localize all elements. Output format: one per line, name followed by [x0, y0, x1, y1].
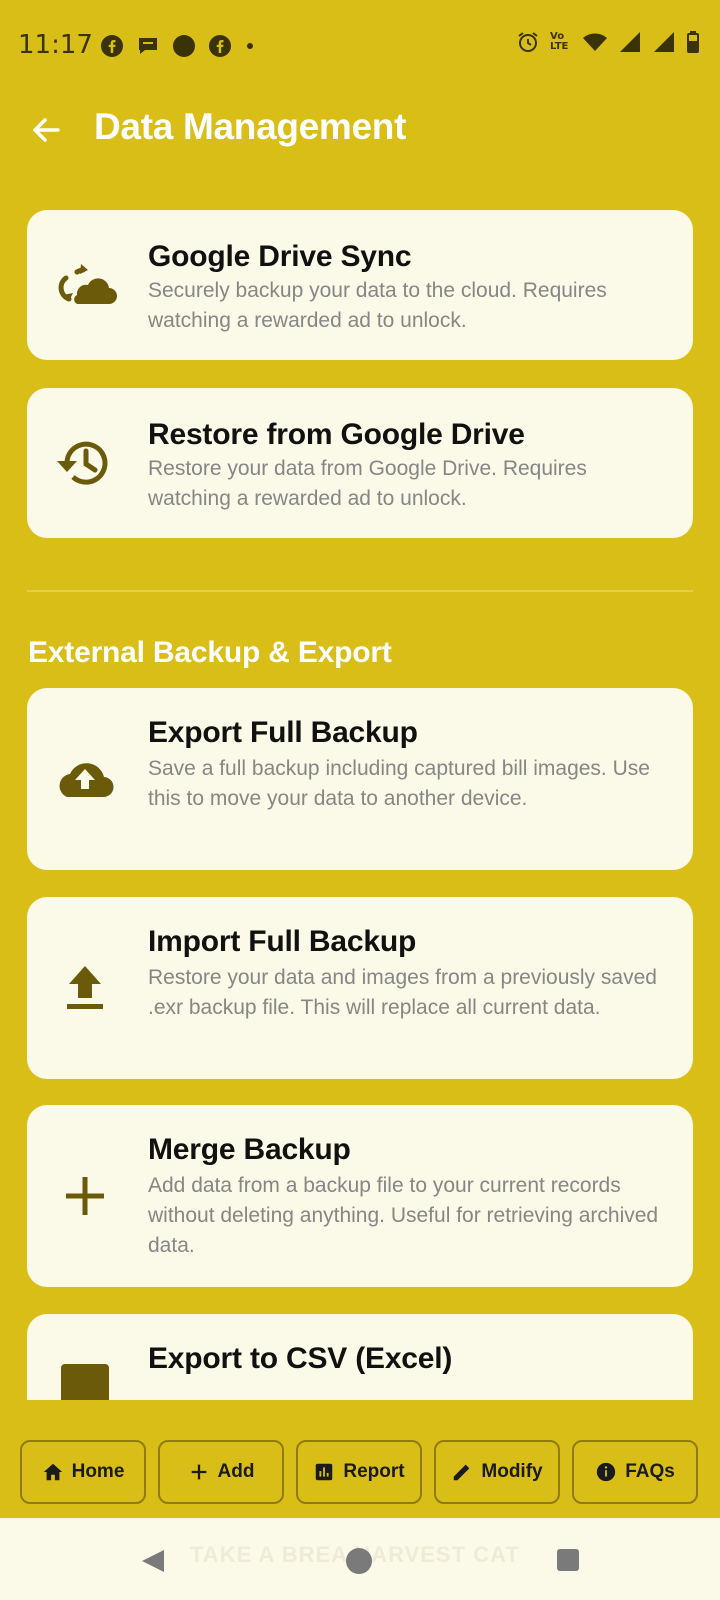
volte-icon: Vo LTE: [550, 31, 569, 52]
alarm-icon: [518, 32, 538, 52]
status-bar: 11:17 Vo LTE: [0, 0, 720, 90]
facebook-icon: [209, 35, 231, 57]
info-icon: [597, 1462, 616, 1482]
home-icon: [43, 1463, 62, 1481]
restore-history-icon: [57, 441, 108, 485]
card-title: Import Full Backup: [148, 925, 417, 958]
system-nav-bar: TAKE A BREA HARVEST CAT: [0, 1518, 720, 1600]
bar-chart-icon: [316, 1463, 333, 1481]
export-csv-card[interactable]: Export to CSV (Excel): [27, 1314, 693, 1400]
nav-label: Add: [217, 1461, 255, 1482]
merge-backup-card[interactable]: Merge Backup Add data from a backup file…: [27, 1105, 693, 1287]
signal-icon: [620, 32, 640, 52]
nav-add-button[interactable]: Add: [158, 1440, 284, 1504]
card-title: Export to CSV (Excel): [148, 1342, 453, 1375]
nav-modify-button[interactable]: Modify: [434, 1440, 560, 1504]
section-divider: [27, 590, 693, 592]
battery-icon: [687, 31, 699, 53]
nav-label: FAQs: [625, 1461, 675, 1482]
card-description: Save a full backup including captured bi…: [148, 757, 650, 810]
table-icon: [61, 1364, 109, 1400]
wifi-icon: [583, 33, 607, 51]
status-time: 11:17: [18, 30, 93, 60]
status-right-icons: Vo LTE: [516, 30, 700, 54]
export-full-backup-card[interactable]: Export Full Backup Save a full backup in…: [27, 688, 693, 870]
card-description: Add data from a backup file to your curr…: [148, 1174, 659, 1257]
nav-home-button[interactable]: Home: [20, 1440, 146, 1504]
nav-faqs-button[interactable]: FAQs: [572, 1440, 698, 1504]
card-title: Export Full Backup: [148, 716, 418, 749]
page-title: Data Management: [94, 106, 407, 147]
system-home-icon[interactable]: [346, 1548, 372, 1574]
plus-icon: [66, 1177, 104, 1215]
nav-label: Report: [343, 1461, 405, 1482]
upload-icon: [67, 966, 103, 1009]
dot-icon: [247, 43, 253, 49]
card-title: Merge Backup: [148, 1133, 351, 1166]
arrow-back-icon[interactable]: [26, 110, 66, 150]
chat-bubble-icon: [139, 38, 157, 54]
card-description: Restore your data and images from a prev…: [148, 966, 657, 1019]
import-full-backup-card[interactable]: Import Full Backup Restore your data and…: [27, 897, 693, 1079]
section-heading: External Backup & Export: [28, 636, 392, 669]
pencil-icon: [454, 1464, 470, 1481]
nav-report-button[interactable]: Report: [296, 1440, 422, 1504]
signal-icon: [654, 32, 674, 52]
facebook-icon: [101, 35, 123, 57]
card-description: Restore your data from Google Drive. Req…: [148, 457, 587, 510]
google-drive-sync-card[interactable]: Google Drive Sync Securely backup your d…: [27, 210, 693, 360]
nav-label: Home: [71, 1461, 125, 1482]
plus-icon: [191, 1464, 206, 1480]
notification-icons: [100, 34, 256, 58]
restore-google-drive-card[interactable]: Restore from Google Drive Restore your d…: [27, 388, 693, 538]
nav-label: Modify: [481, 1461, 543, 1482]
circle-icon: [173, 35, 195, 57]
card-description: Securely backup your data to the cloud. …: [148, 279, 607, 332]
app-bar: Data Management: [0, 98, 720, 162]
system-back-icon[interactable]: [140, 1548, 166, 1574]
system-recents-icon[interactable]: [557, 1549, 579, 1571]
cloud-upload-icon: [59, 763, 114, 798]
cloud-sync-icon: [58, 264, 117, 304]
card-title: Restore from Google Drive: [148, 418, 525, 451]
card-title: Google Drive Sync: [148, 240, 412, 273]
settings-list[interactable]: Google Drive Sync Securely backup your d…: [0, 192, 720, 1400]
bottom-nav: Home Add Report Modify FAQs: [0, 1400, 720, 1518]
